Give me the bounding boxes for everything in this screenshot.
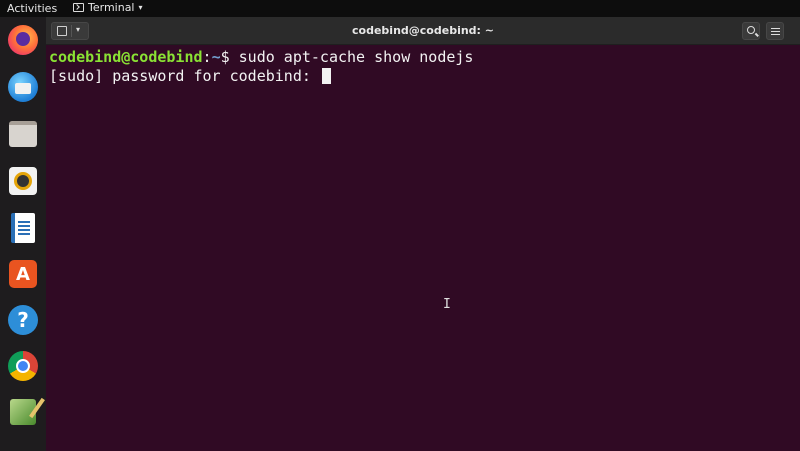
files-icon [9, 121, 37, 147]
command-text: sudo apt-cache show nodejs [238, 48, 474, 66]
dock-item-thunderbird[interactable] [6, 70, 40, 104]
prompt-path: ~ [211, 48, 221, 66]
help-icon: ? [8, 305, 38, 335]
sudo-password-line: [sudo] password for codebind: [49, 67, 800, 86]
dock-item-chrome[interactable] [6, 349, 40, 383]
thunderbird-icon [8, 72, 38, 102]
window-title: codebind@codebind: ~ [352, 24, 494, 37]
terminal-icon [73, 3, 84, 12]
dock: A ? [0, 17, 46, 451]
ibeam-cursor-icon: I [443, 297, 451, 312]
search-button[interactable] [742, 22, 760, 40]
menu-button[interactable] [766, 22, 784, 40]
prompt-symbol: $ [220, 48, 239, 66]
terminal-output[interactable]: codebind@codebind:~$ sudo apt-cache show… [46, 45, 800, 451]
prompt-separator: : [202, 48, 212, 66]
dock-item-firefox[interactable] [6, 23, 40, 57]
app-menu-label: Terminal [88, 1, 135, 14]
dock-item-files[interactable] [6, 117, 40, 151]
dock-item-software[interactable]: A [6, 257, 40, 291]
search-icon [747, 26, 755, 34]
top-bar: Activities Terminal ▾ [0, 0, 800, 17]
header-bar: ▾ codebind@codebind: ~ [46, 17, 800, 45]
dock-item-help[interactable]: ? [6, 303, 40, 337]
writer-icon [11, 213, 35, 243]
prompt-user: codebind@codebind [49, 48, 203, 66]
terminal-window: ▾ codebind@codebind: ~ codebind@codebind… [46, 17, 800, 451]
dock-item-text-editor[interactable] [6, 395, 40, 429]
firefox-icon [8, 25, 38, 55]
text-editor-icon [10, 399, 36, 425]
activities-button[interactable]: Activities [7, 2, 57, 15]
text-cursor [321, 68, 331, 84]
chevron-down-icon: ▾ [138, 3, 143, 12]
hamburger-icon [771, 28, 780, 35]
dock-item-writer[interactable] [6, 211, 40, 245]
rhythmbox-icon [9, 167, 37, 195]
dock-item-rhythmbox[interactable] [6, 164, 40, 198]
chrome-icon [8, 351, 38, 381]
app-menu-terminal[interactable]: Terminal ▾ [73, 1, 143, 14]
command-line: codebind@codebind:~$ sudo apt-cache show… [49, 48, 800, 67]
sudo-prompt: [sudo] password for codebind: [49, 67, 320, 85]
software-icon: A [9, 260, 37, 288]
